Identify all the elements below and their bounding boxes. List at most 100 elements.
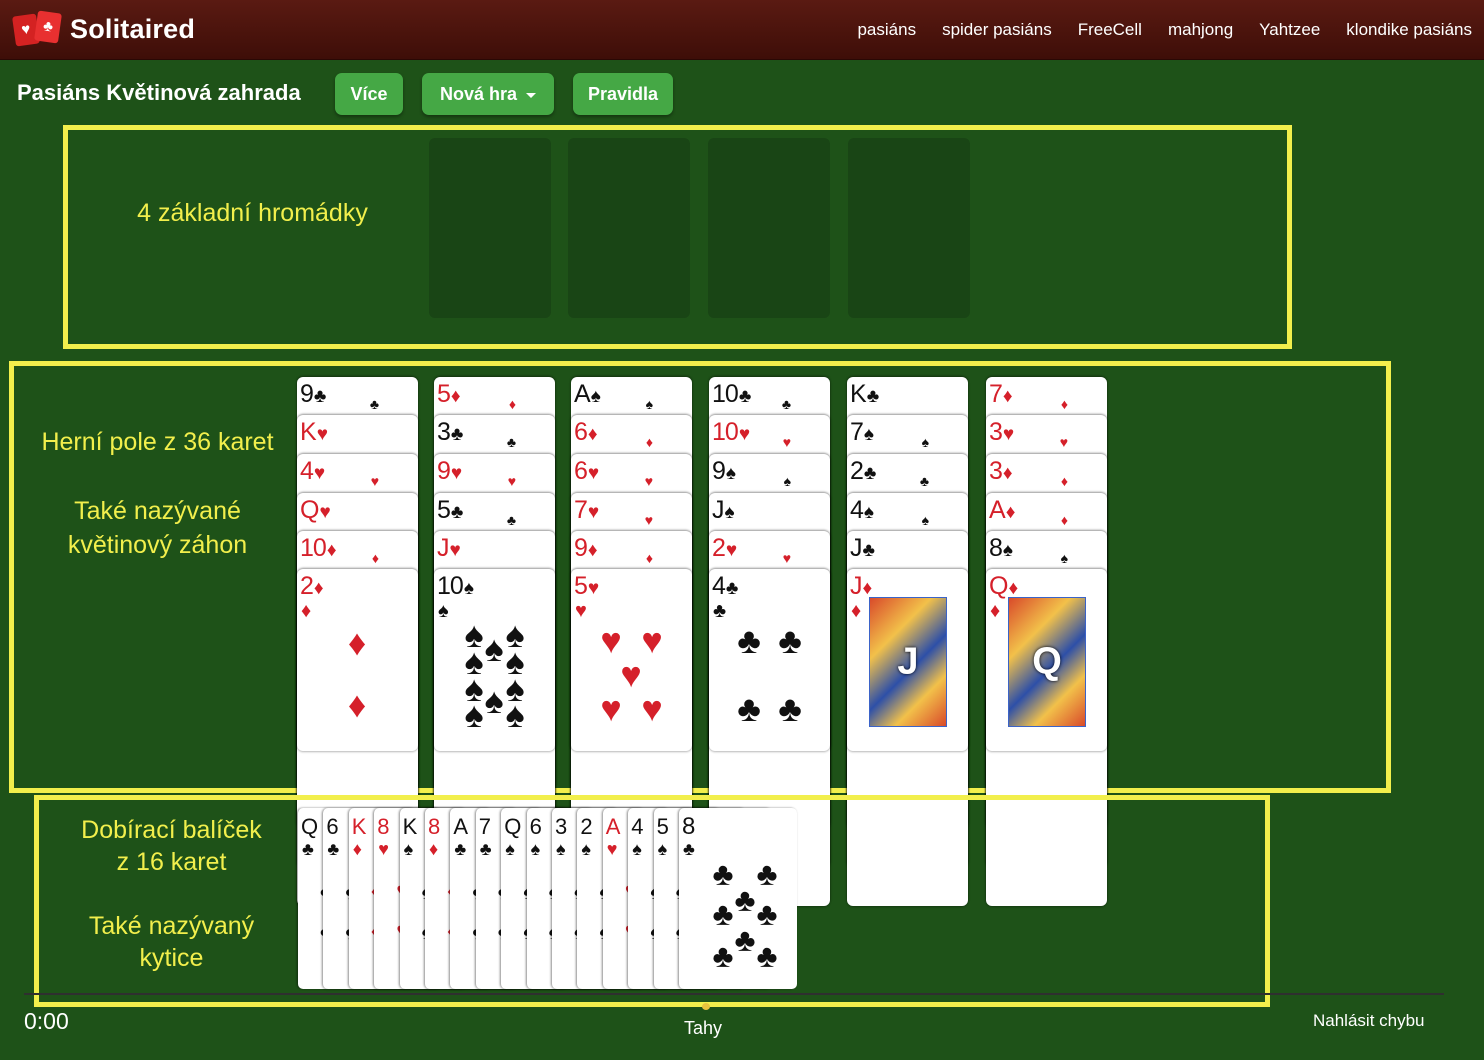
diamond-pip: ♦ bbox=[347, 684, 367, 725]
heart-icon: ♥ bbox=[316, 424, 328, 445]
card-rank-value: K bbox=[850, 380, 867, 408]
heart-icon: ♥ bbox=[575, 600, 587, 622]
tableau-alias-label: Také nazývané bbox=[74, 497, 241, 525]
foundations-label: 4 základní hromádky bbox=[137, 199, 368, 227]
stock-card[interactable]: 8 ♣ ♣ ♣ ♣ ♣ ♣ ♣ ♣ ♣ bbox=[679, 808, 797, 989]
card-rank: 2 bbox=[580, 814, 593, 839]
card-rank: J ♥ bbox=[437, 534, 461, 564]
nav-link-solitaire[interactable]: pasiáns bbox=[857, 20, 916, 40]
club-icon: ♣ bbox=[479, 839, 492, 859]
spade-pip: ♠ bbox=[921, 434, 929, 450]
progress-marker bbox=[702, 1003, 710, 1010]
spade-icon: ♠ bbox=[505, 839, 515, 859]
card-rank: K bbox=[402, 814, 418, 839]
card-rank: 5 ♥ bbox=[574, 573, 599, 602]
logo-cards-icon: ♥ ♣ bbox=[12, 10, 64, 47]
card-rank: 6 bbox=[529, 814, 542, 839]
club-icon: ♣ bbox=[866, 386, 880, 407]
diamond-pip: ♦ bbox=[1060, 512, 1068, 528]
tableau-card[interactable]: 4 ♣ ♣ ♣ ♣ ♣ ♣ bbox=[709, 569, 830, 751]
caret-down-icon bbox=[526, 92, 537, 98]
new-game-button[interactable]: Nová hra bbox=[422, 73, 554, 115]
tableau-card[interactable]: 2 ♦ ♦ ♦ ♦ bbox=[297, 569, 418, 751]
card-rank: 4 ♣ bbox=[712, 573, 739, 602]
card-rank: 3 bbox=[555, 814, 568, 839]
heart-pip: ♥ bbox=[507, 473, 516, 489]
heart-pip: ♥ bbox=[782, 434, 791, 450]
club-icon: ♣ bbox=[302, 839, 314, 859]
club-pip: ♣ bbox=[919, 473, 929, 489]
card-rank: A bbox=[605, 814, 621, 839]
new-game-button-label: Nová hra bbox=[439, 83, 518, 104]
card-rank-value: J bbox=[437, 534, 449, 562]
card-rank: 6 bbox=[326, 814, 339, 839]
heart-pip: ♥ bbox=[644, 512, 653, 528]
spade-pip: ♠ bbox=[1060, 550, 1068, 566]
face-card-rank: Q bbox=[1032, 640, 1062, 683]
spade-pip: ♠ bbox=[783, 473, 791, 489]
foundation-slot[interactable] bbox=[429, 138, 551, 318]
diamond-pip: ♦ bbox=[508, 396, 516, 412]
spade-icon: ♠ bbox=[581, 839, 591, 859]
tableau-label: Herní pole z 36 karet bbox=[41, 428, 274, 456]
face-card-rank: J bbox=[897, 640, 919, 683]
card-rank-value: 2 bbox=[300, 572, 314, 600]
diamond-icon: ♦ bbox=[990, 600, 1001, 622]
card-rank: 5 bbox=[656, 814, 669, 839]
club-icon: ♣ bbox=[725, 578, 739, 599]
diamond-pip: ♦ bbox=[645, 434, 653, 450]
diamond-pip: ♦ bbox=[1060, 473, 1068, 489]
diamond-icon: ♦ bbox=[313, 578, 324, 599]
top-navbar: ♥ ♣ Solitaired pasiáns spider pasiáns Fre… bbox=[0, 0, 1484, 60]
card-rank: A bbox=[453, 814, 469, 839]
spade-pip: ♠ bbox=[505, 694, 525, 735]
nav-link-spider[interactable]: spider pasiáns bbox=[942, 20, 1052, 40]
more-button[interactable]: Více bbox=[335, 73, 403, 115]
foundation-slot[interactable] bbox=[708, 138, 830, 318]
stock-alias-name: kytice bbox=[139, 944, 204, 972]
heart-pip: ♥ bbox=[370, 473, 379, 489]
diamond-pip: ♦ bbox=[347, 622, 367, 663]
heart-icon: ♥ bbox=[319, 502, 330, 523]
card-rank-value: 10 bbox=[437, 572, 464, 600]
site-logo[interactable]: ♥ ♣ Solitaired bbox=[12, 10, 195, 47]
game-timer: 0:00 bbox=[24, 1008, 69, 1034]
card-rank: K bbox=[351, 814, 367, 839]
diamond-icon: ♦ bbox=[429, 839, 439, 859]
page-title: Pasiáns Květinová zahrada bbox=[17, 80, 301, 105]
spade-pip: ♠ bbox=[645, 396, 653, 412]
rules-button-label: Pravidla bbox=[587, 83, 659, 104]
heart-pip: ♥ bbox=[641, 688, 663, 729]
nav-link-klondike[interactable]: klondike pasiáns bbox=[1346, 20, 1472, 40]
spade-icon: ♠ bbox=[530, 839, 541, 859]
card-rank-value: J bbox=[712, 496, 724, 524]
nav-link-yahtzee[interactable]: Yahtzee bbox=[1259, 20, 1320, 40]
spade-pip: ♠ bbox=[464, 694, 484, 735]
heart-pip: ♥ bbox=[600, 688, 622, 729]
club-pip: ♣ bbox=[369, 396, 379, 412]
tableau-card[interactable]: 5 ♥ ♥ ♥ ♥ ♥ ♥ ♥ bbox=[571, 569, 692, 751]
face-card-art: J bbox=[869, 597, 947, 727]
tableau-card[interactable]: 10 ♠ ♠ ♠ ♠ ♠ ♠ ♠ ♠ ♠ ♠ ♠ ♠ bbox=[434, 569, 555, 751]
diamond-icon: ♦ bbox=[301, 600, 312, 622]
foundation-slot[interactable] bbox=[848, 138, 970, 318]
tableau-card[interactable]: J ♦ ♦ J bbox=[847, 569, 968, 751]
club-pip: ♣ bbox=[781, 396, 791, 412]
report-bug-link[interactable]: Nahlásit chybu bbox=[1313, 1011, 1425, 1031]
foundation-slot[interactable] bbox=[568, 138, 690, 318]
rules-button[interactable]: Pravidla bbox=[573, 73, 673, 115]
stock-count-label: z 16 karet bbox=[116, 848, 227, 876]
club-pip: ♣ bbox=[756, 938, 778, 974]
club-pip: ♣ bbox=[737, 620, 761, 661]
diamond-icon: ♦ bbox=[352, 839, 362, 859]
heart-pip: ♥ bbox=[644, 473, 653, 489]
card-rank-value: J bbox=[850, 572, 862, 600]
diamond-icon: ♦ bbox=[851, 600, 862, 622]
tableau-card[interactable]: Q ♦ ♦ Q bbox=[986, 569, 1107, 751]
card-rank: 8 bbox=[682, 813, 696, 840]
nav-link-mahjong[interactable]: mahjong bbox=[1168, 20, 1233, 40]
nav-link-freecell[interactable]: FreeCell bbox=[1078, 20, 1142, 40]
club-icon: ♣ bbox=[454, 839, 467, 859]
spade-icon: ♠ bbox=[657, 839, 668, 859]
stock-alias-label: Také nazývaný bbox=[88, 912, 255, 940]
